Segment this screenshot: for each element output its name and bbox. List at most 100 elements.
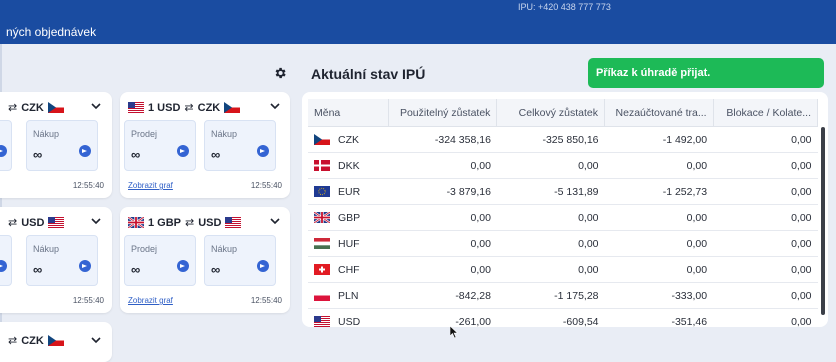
- exchange-icon: ⇄: [8, 335, 18, 347]
- chevron-down-icon[interactable]: [270, 217, 280, 225]
- table-row[interactable]: GBP 0,00 0,00 0,00 0,00: [308, 204, 818, 231]
- arrow-right-icon[interactable]: [79, 145, 91, 157]
- currency-cell: CZK: [308, 126, 389, 153]
- pair-label: ⇄ USD: [8, 216, 65, 229]
- table-row[interactable]: DKK 0,00 0,00 0,00 0,00: [308, 152, 818, 179]
- flag-ch-icon: [314, 264, 330, 275]
- show-chart-link[interactable]: Zobrazit graf: [128, 296, 173, 305]
- column-header[interactable]: Nezaúčtované tra...: [604, 99, 714, 127]
- chevron-down-icon[interactable]: [91, 217, 101, 225]
- rate-card-usd: ⇄ USD Nákup ∞ 12:55:40: [0, 207, 112, 313]
- currency-cell: HUF: [308, 230, 389, 257]
- blocked-cell: 0,00: [713, 204, 818, 231]
- section-title: Aktuální stav IPÚ: [311, 66, 426, 82]
- usable-balance-cell: 0,00: [388, 152, 497, 179]
- rate-card-czk: ⇄ CZK Nákup ∞ 12:55:40: [0, 92, 112, 198]
- sell-label: Prodej: [131, 244, 158, 254]
- sell-value: ∞: [131, 262, 141, 277]
- phone-number: IPU: +420 438 777 773: [518, 2, 611, 12]
- sell-box[interactable]: Prodej ∞: [124, 235, 196, 286]
- table-row[interactable]: PLN -842,28 -1 175,28 -333,00 0,00: [308, 282, 818, 309]
- exchange-icon: ⇄: [8, 102, 18, 114]
- blocked-cell: 0,00: [713, 126, 818, 153]
- currency-cell: CHF: [308, 256, 389, 283]
- arrow-right-icon[interactable]: [257, 260, 269, 272]
- column-header[interactable]: Celkový zůstatek: [496, 99, 606, 127]
- currency-cell: USD: [308, 308, 389, 327]
- unposted-cell: -1 252,73: [604, 178, 714, 205]
- currency-code: CHF: [338, 263, 360, 276]
- flag-us-icon: [225, 217, 242, 228]
- buy-box[interactable]: Nákup ∞: [204, 120, 276, 171]
- table-row[interactable]: USD -261,00 -609,54 -351,46 0,00: [308, 308, 818, 327]
- table-row[interactable]: CZK -324 358,16 -325 850,16 -1 492,00 0,00: [308, 126, 818, 153]
- flag-us-icon: [128, 102, 144, 113]
- total-balance-cell: 0,00: [496, 204, 605, 231]
- rate-time: 12:55:40: [250, 296, 282, 305]
- currency-cell: EUR: [308, 178, 389, 205]
- flag-cz-icon: [47, 102, 64, 113]
- usable-balance-cell: 0,00: [388, 256, 497, 283]
- unposted-cell: 0,00: [604, 256, 714, 283]
- column-header[interactable]: Měna: [308, 99, 389, 127]
- arrow-right-icon[interactable]: [177, 260, 189, 272]
- table-scrollbar[interactable]: [821, 127, 825, 315]
- sell-label: Prodej: [131, 129, 158, 139]
- arrow-right-icon[interactable]: [79, 260, 91, 272]
- total-balance-cell: 0,00: [496, 152, 605, 179]
- unposted-cell: 0,00: [604, 204, 714, 231]
- balance-table: Měna Použitelný zůstatek Celkový zůstate…: [308, 99, 819, 327]
- rate-time: 12:55:40: [72, 181, 104, 190]
- buy-label: Nákup: [33, 129, 60, 139]
- flag-cz-icon: [314, 134, 330, 145]
- buy-label: Nákup: [33, 244, 60, 254]
- sell-box[interactable]: [0, 235, 12, 286]
- arrow-right-icon[interactable]: [257, 145, 269, 157]
- sell-value: ∞: [131, 147, 141, 162]
- flag-pl-icon: [314, 290, 330, 301]
- exchange-icon: ⇄: [8, 217, 18, 229]
- show-chart-link[interactable]: Zobrazit graf: [128, 181, 173, 190]
- exchange-icon: ⇄: [184, 102, 194, 114]
- pair-label: ⇄ CZK: [8, 101, 64, 114]
- flag-eu-icon: [314, 186, 330, 197]
- gear-icon[interactable]: [273, 66, 287, 80]
- buy-box[interactable]: Nákup ∞: [26, 120, 98, 171]
- pair-label: ⇄ CZK: [8, 334, 64, 347]
- usable-balance-cell: 0,00: [388, 204, 497, 231]
- chevron-down-icon[interactable]: [91, 102, 101, 110]
- rate-time: 12:55:40: [250, 181, 282, 190]
- blocked-cell: 0,00: [713, 178, 818, 205]
- currency-code: HUF: [338, 237, 360, 250]
- buy-box[interactable]: Nákup ∞: [204, 235, 276, 286]
- table-header-row: Měna Použitelný zůstatek Celkový zůstate…: [308, 99, 819, 127]
- sell-box[interactable]: Prodej ∞: [124, 120, 196, 171]
- rate-card-czk-2: ⇄ CZK: [0, 322, 112, 362]
- table-row[interactable]: EUR -3 879,16 -5 131,89 -1 252,73 0,00: [308, 178, 818, 205]
- column-header[interactable]: Blokace / Kolate...: [713, 99, 819, 127]
- table-row[interactable]: CHF 0,00 0,00 0,00 0,00: [308, 256, 818, 283]
- flag-hu-icon: [314, 238, 330, 249]
- column-header[interactable]: Použitelný zůstatek: [388, 99, 498, 127]
- buy-box[interactable]: Nákup ∞: [26, 235, 98, 286]
- total-balance-cell: -5 131,89: [496, 178, 605, 205]
- blocked-cell: 0,00: [713, 256, 818, 283]
- flag-cz-icon: [47, 335, 64, 346]
- buy-label: Nákup: [211, 129, 238, 139]
- usable-balance-cell: -3 879,16: [388, 178, 497, 205]
- total-balance-cell: -325 850,16: [496, 126, 605, 153]
- rate-card-usd-czk: 1 USD ⇄ CZK Prodej ∞ Nákup ∞ Zobrazit gr…: [120, 92, 290, 198]
- chevron-down-icon[interactable]: [91, 336, 101, 344]
- arrow-right-icon[interactable]: [0, 145, 7, 157]
- flag-dk-icon: [314, 160, 330, 171]
- success-toast: Příkaz k úhradě přijat.: [588, 58, 824, 88]
- arrow-right-icon[interactable]: [0, 260, 7, 272]
- currency-code: EUR: [338, 185, 361, 198]
- chevron-down-icon[interactable]: [270, 102, 280, 110]
- arrow-right-icon[interactable]: [177, 145, 189, 157]
- blocked-cell: 0,00: [713, 230, 818, 257]
- table-row[interactable]: HUF 0,00 0,00 0,00 0,00: [308, 230, 818, 257]
- unposted-cell: 0,00: [604, 152, 714, 179]
- sell-box[interactable]: [0, 120, 12, 171]
- unposted-cell: -333,00: [604, 282, 714, 309]
